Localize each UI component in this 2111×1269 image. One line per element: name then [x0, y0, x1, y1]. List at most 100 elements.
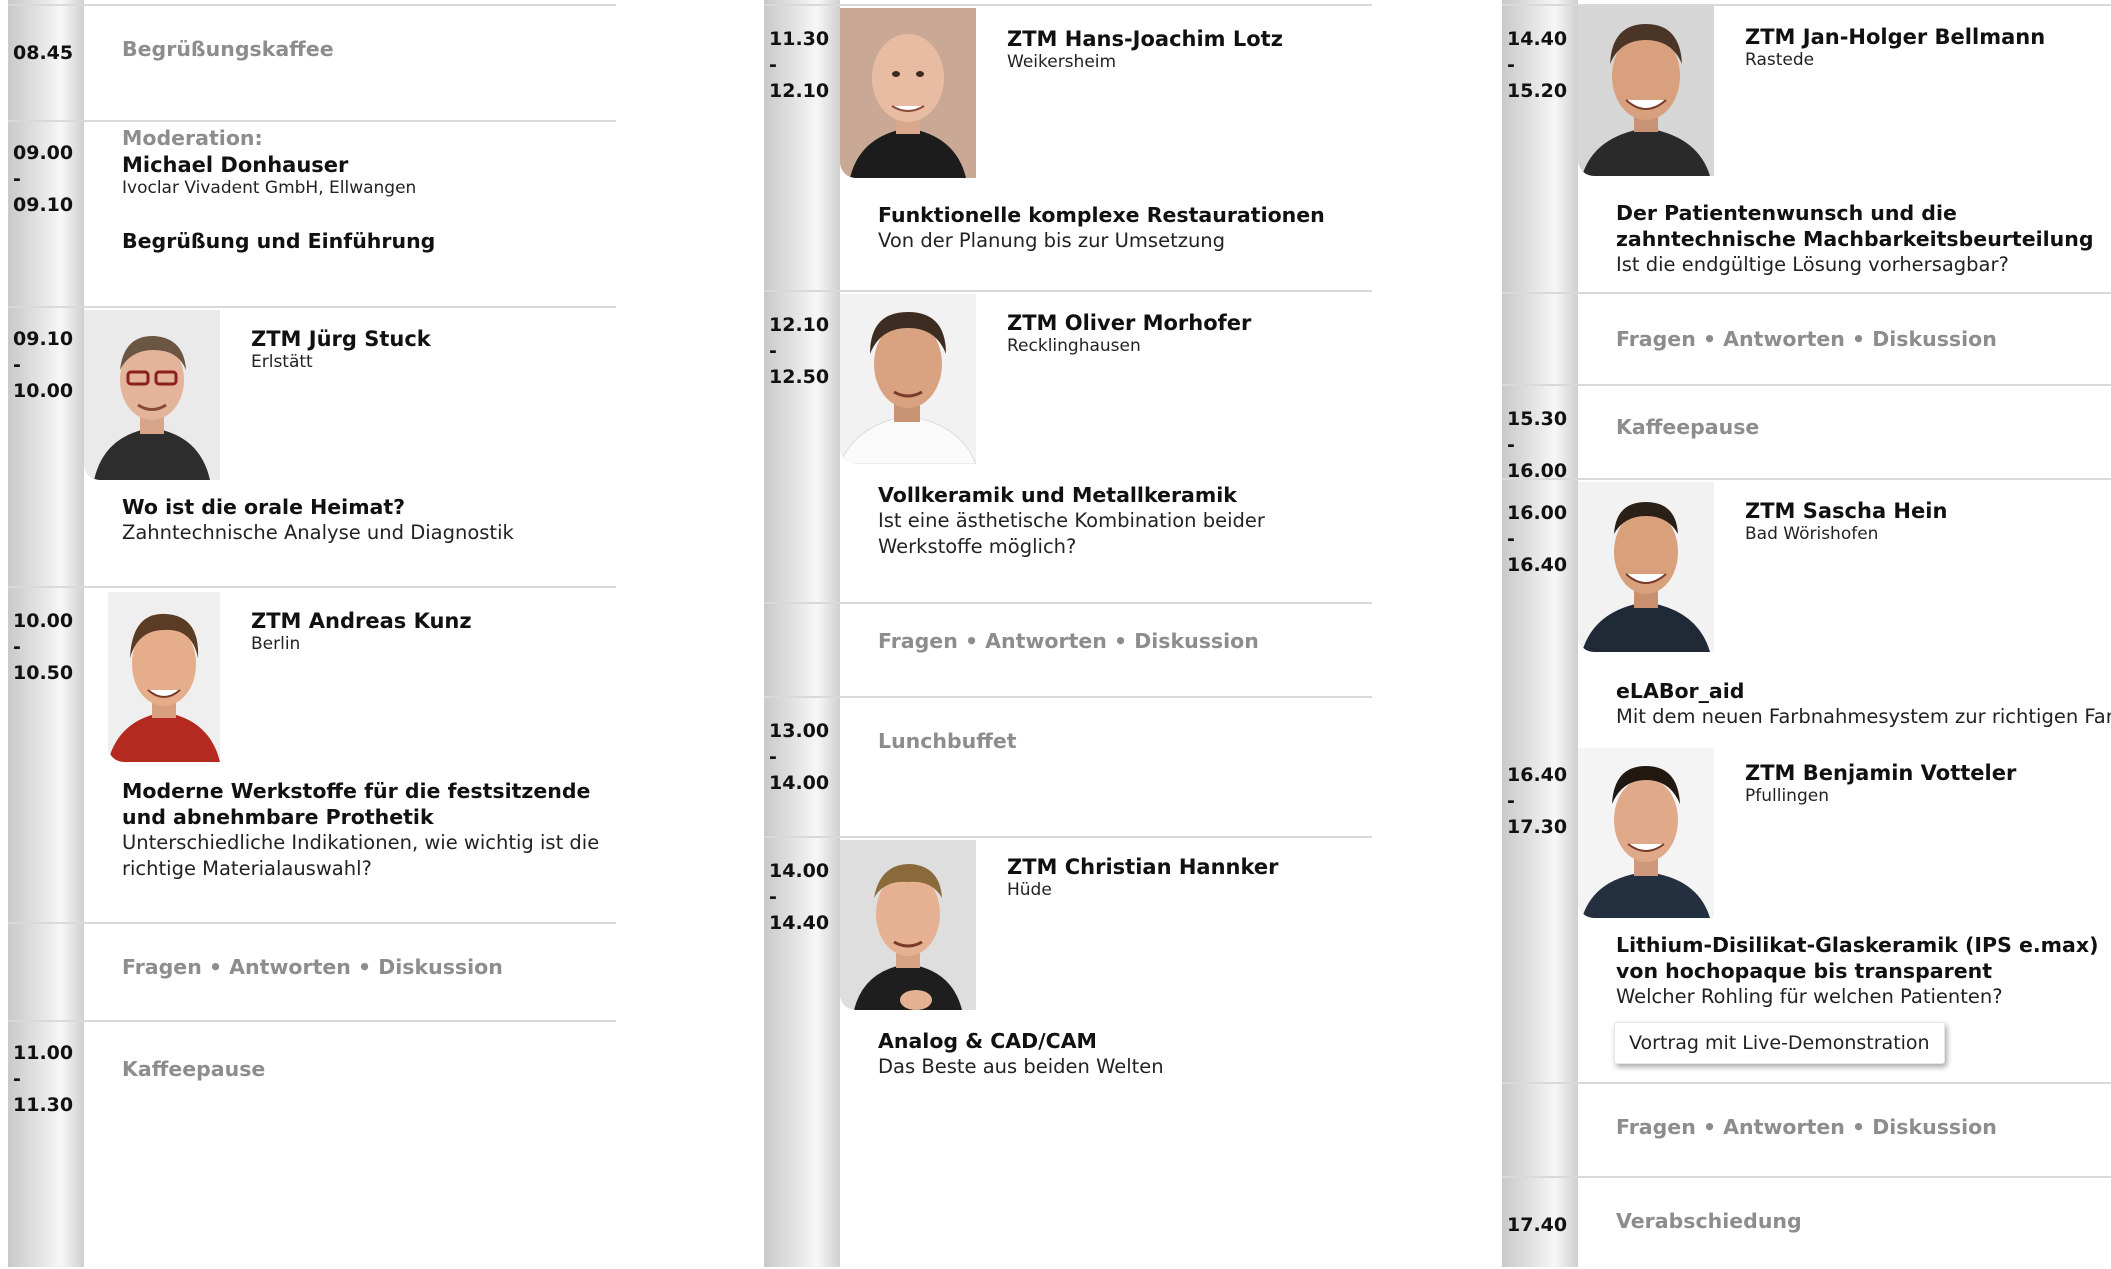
session-label: Fragen • Antworten • Diskussion: [1616, 327, 1997, 351]
time-label: 13.00 - 14.00: [769, 720, 830, 794]
speaker-photo-kunz: [108, 592, 220, 762]
speaker-name: ZTM Sascha Hein: [1745, 499, 1948, 523]
speaker-photo-stuck: [84, 310, 220, 480]
talk-subtitle: Mit dem neuen Farbnahmesystem zur richti…: [1616, 705, 2111, 728]
speaker-name: ZTM Jürg Stuck: [251, 327, 431, 351]
schedule-block-lotz: 11.30 - 12.10 ZTM Hans-Joachim Lotz Weik…: [764, 4, 1372, 292]
portrait-icon: [840, 294, 976, 464]
portrait-icon: [1578, 748, 1714, 918]
time-label: 15.30 - 16.00: [1507, 408, 1568, 482]
speaker-location: Hüde: [1007, 880, 1052, 900]
talk-title: Analog & CAD/CAM: [878, 1029, 1097, 1053]
speaker-name: ZTM Christian Hannker: [1007, 855, 1279, 879]
time-label: 14.00 - 14.40: [769, 860, 830, 934]
talk: Funktionelle komplexe Restaurationen Von…: [878, 202, 1358, 254]
moderator: Michael Donhauser Ivoclar Vivadent GmbH,…: [122, 152, 416, 198]
speaker-name: ZTM Andreas Kunz: [251, 609, 472, 633]
speaker-photo-hein: [1578, 482, 1714, 652]
speaker-location: Pfullingen: [1745, 786, 1829, 806]
talk-subtitle: Von der Planung bis zur Umsetzung: [878, 229, 1226, 252]
time-label: 09.10 - 10.00: [13, 328, 74, 402]
schedule-column-2: 11.30 - 12.10 ZTM Hans-Joachim Lotz Weik…: [764, 0, 1372, 1267]
speaker-name: ZTM Benjamin Votteler: [1745, 761, 2017, 785]
speaker-name: ZTM Oliver Morhofer: [1007, 311, 1252, 335]
session-label: Lunchbuffet: [878, 729, 1017, 753]
speaker: ZTM Benjamin Votteler Pfullingen: [1745, 760, 2016, 806]
moderation-label: Moderation:: [122, 126, 263, 150]
talk-subtitle: Zahntechnische Analyse und Diagnostik: [122, 521, 514, 544]
schedule-block-lunch: 13.00 - 14.00 Lunchbuffet: [764, 696, 1372, 838]
time-label: 16.40 - 17.30: [1507, 764, 1568, 838]
time-label: 09.00 - 09.10: [13, 142, 74, 216]
session-label: Fragen • Antworten • Diskussion: [878, 629, 1259, 653]
speaker-location: Weikersheim: [1007, 52, 1117, 72]
schedule-block-discussion: Fragen • Antworten • Diskussion: [8, 922, 616, 1022]
speaker-location: Berlin: [251, 634, 301, 654]
talk-title: Funktionelle komplexe Restaurationen: [878, 203, 1325, 227]
speaker-photo-morhofer: [840, 294, 976, 464]
speaker: ZTM Oliver Morhofer Recklinghausen: [1007, 310, 1251, 356]
talk-title: Der Patientenwunsch und die zahntechnisc…: [1616, 201, 2094, 251]
time-label: 12.10 - 12.50: [769, 314, 830, 388]
schedule-block-discussion: Fragen • Antworten • Diskussion: [764, 602, 1372, 698]
time-label: 11.00 - 11.30: [13, 1042, 74, 1116]
talk-title: Wo ist die orale Heimat?: [122, 495, 406, 519]
session-label: Kaffeepause: [122, 1057, 266, 1081]
talk: eLABor_aid Mit dem neuen Farbnahmesystem…: [1616, 678, 2111, 730]
talk-subtitle: Unterschiedliche Indikationen, wie wicht…: [122, 831, 600, 880]
session-label: Fragen • Antworten • Diskussion: [122, 955, 503, 979]
schedule-block-kunz: 10.00 - 10.50 ZTM Andreas Kunz Berlin Mo…: [8, 586, 616, 924]
schedule-block-coffee-break: 11.00 - 11.30 Kaffeepause: [8, 1020, 616, 1269]
schedule-block-votteler: 16.40 - 17.30 ZTM Benjamin Votteler Pful…: [1502, 740, 2111, 1082]
speaker-photo-votteler: [1578, 748, 1714, 918]
session-label: Begrüßungskaffee: [122, 37, 334, 61]
talk-title: Moderne Werkstoffe für die festsitzende …: [122, 779, 591, 829]
schedule-column-1: 08.45 Begrüßungskaffee 09.00 - 09.10 Mod…: [8, 0, 616, 1267]
time-label: 10.00 - 10.50: [13, 610, 74, 684]
time-label: 08.45: [13, 42, 74, 64]
talk-subtitle: Welcher Rohling für welchen Patienten?: [1616, 985, 2003, 1008]
talk: Begrüßung und Einführung: [122, 228, 435, 254]
time-label: 11.30 - 12.10: [769, 28, 830, 102]
schedule-block-welcome-coffee: 08.45 Begrüßungskaffee: [8, 4, 616, 122]
talk: Moderne Werkstoffe für die festsitzende …: [122, 778, 612, 882]
schedule-block-hein: 16.00 - 16.40 ZTM Sascha Hein Bad Wörish…: [1502, 478, 2111, 742]
speaker-photo-lotz: [840, 8, 976, 178]
speaker-location: Bad Wörishofen: [1745, 524, 1879, 544]
talk-title: Vollkeramik und Metallkeramik: [878, 483, 1237, 507]
speaker-location: Rastede: [1745, 50, 1815, 70]
speaker-location: Recklinghausen: [1007, 336, 1141, 356]
schedule-column-3: 14.40 - 15.20 ZTM Jan-Holger Bellmann Ra…: [1502, 0, 2111, 1267]
talk: Vollkeramik und Metallkeramik Ist eine ä…: [878, 482, 1358, 560]
speaker: ZTM Sascha Hein Bad Wörishofen: [1745, 498, 1947, 544]
speaker-organization: Ivoclar Vivadent GmbH, Ellwangen: [122, 178, 417, 198]
schedule-block-discussion: Fragen • Antworten • Diskussion: [1502, 292, 2111, 386]
speaker: ZTM Jürg Stuck Erlstätt: [251, 326, 431, 372]
portrait-icon: [84, 310, 220, 480]
time-label: 14.40 - 15.20: [1507, 28, 1568, 102]
schedule-block-farewell: 17.40 Verabschiedung: [1502, 1176, 2111, 1269]
session-label: Fragen • Antworten • Diskussion: [1616, 1115, 1997, 1139]
schedule-block-moderation: 09.00 - 09.10 Moderation: Michael Donhau…: [8, 120, 616, 308]
portrait-icon: [840, 840, 976, 1010]
talk: Analog & CAD/CAM Das Beste aus beiden We…: [878, 1028, 1358, 1080]
portrait-icon: [840, 8, 976, 178]
speaker-name: ZTM Hans-Joachim Lotz: [1007, 27, 1283, 51]
talk-title: eLABor_aid: [1616, 679, 1745, 703]
live-demo-badge: Vortrag mit Live-Demonstration: [1614, 1022, 1945, 1064]
session-label: Kaffeepause: [1616, 415, 1760, 439]
speaker-name: Michael Donhauser: [122, 153, 349, 177]
speaker-photo-bellmann: [1578, 6, 1714, 176]
schedule-block-bellmann: 14.40 - 15.20 ZTM Jan-Holger Bellmann Ra…: [1502, 4, 2111, 294]
speaker-photo-hannker: [840, 840, 976, 1010]
time-label: 17.40: [1507, 1214, 1568, 1236]
portrait-icon: [1578, 6, 1714, 176]
schedule-block-discussion: Fragen • Antworten • Diskussion: [1502, 1082, 2111, 1178]
talk-title: Begrüßung und Einführung: [122, 229, 436, 253]
talk-subtitle: Ist die endgültige Lösung vorhersagbar?: [1616, 253, 2009, 276]
schedule-block-hannker: 14.00 - 14.40 ZTM Christian Hannker Hüde…: [764, 836, 1372, 1269]
talk-title: Lithium-Disilikat-Glaskeramik (IPS e.max…: [1616, 933, 2099, 983]
portrait-icon: [108, 592, 220, 762]
talk-subtitle: Das Beste aus beiden Welten: [878, 1055, 1164, 1078]
portrait-icon: [1578, 482, 1714, 652]
